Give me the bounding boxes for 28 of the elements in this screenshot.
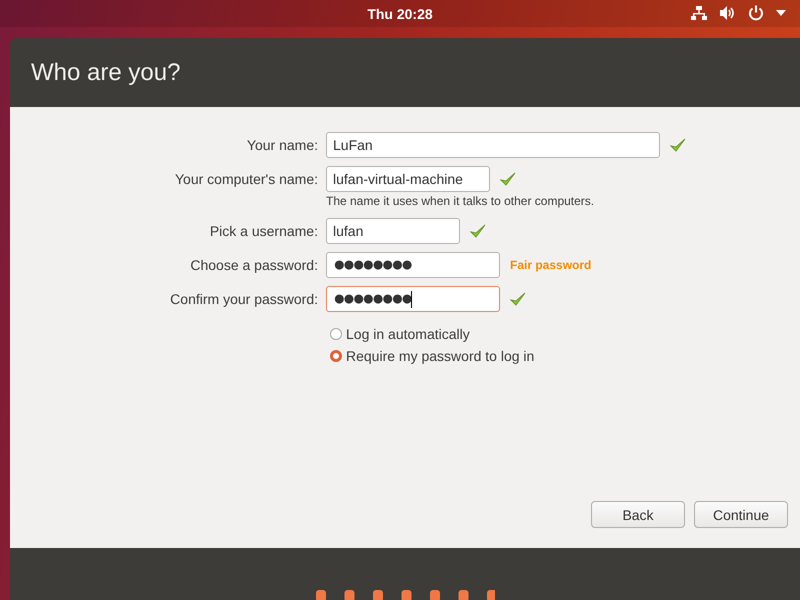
volume-icon[interactable] xyxy=(719,5,736,21)
field-label: Your computer's name: xyxy=(174,171,318,187)
input-field[interactable]: ●●●●●●●● xyxy=(326,286,500,312)
network-icon[interactable] xyxy=(691,5,707,21)
clock: Thu 20:28 xyxy=(367,6,433,22)
nav-button[interactable]: Back xyxy=(591,501,685,528)
password-strength: Fair password xyxy=(510,258,592,272)
check-icon xyxy=(510,292,526,306)
radio-label[interactable]: Log in automatically xyxy=(346,326,470,342)
radio-button[interactable] xyxy=(330,328,342,340)
caret-icon[interactable] xyxy=(776,10,786,16)
field-label: Your name: xyxy=(246,137,318,153)
input-field[interactable]: lufan xyxy=(326,218,460,244)
input-field[interactable]: ●●●●●●●● xyxy=(326,252,500,278)
hint-text: The name it uses when it talks to other computers. xyxy=(326,194,596,208)
check-icon xyxy=(500,172,516,186)
input-field[interactable]: lufan-virtual-machine xyxy=(326,166,490,192)
check-icon xyxy=(470,224,486,238)
check-icon xyxy=(670,138,686,152)
input-field[interactable]: LuFan xyxy=(326,132,660,158)
field-label: Confirm your password: xyxy=(169,291,318,307)
power-icon[interactable] xyxy=(748,5,764,21)
window-title: Who are you? xyxy=(31,58,180,86)
field-label: Choose a password: xyxy=(189,257,318,273)
field-label: Pick a username: xyxy=(208,223,318,239)
radio-button[interactable] xyxy=(330,350,342,362)
radio-label[interactable]: Require my password to log in xyxy=(346,348,534,364)
nav-button[interactable]: Continue xyxy=(694,501,788,528)
